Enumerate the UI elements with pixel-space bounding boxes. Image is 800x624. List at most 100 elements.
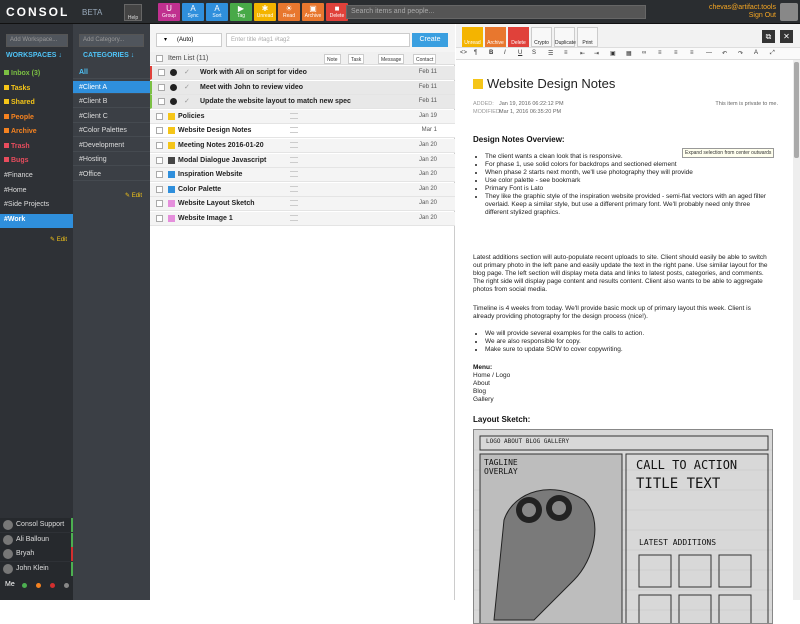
item-checkbox[interactable] bbox=[156, 185, 163, 193]
category-client-a[interactable]: #Client A bbox=[73, 80, 150, 94]
task-done-icon[interactable] bbox=[170, 98, 177, 106]
numbered-list-icon[interactable]: ≡ bbox=[564, 50, 568, 56]
code-view-icon[interactable]: <> bbox=[460, 50, 467, 56]
category-color-palettes[interactable]: #Color Palettes bbox=[73, 124, 150, 137]
editor-print-button[interactable]: Print bbox=[577, 27, 598, 47]
help-button[interactable]: Help bbox=[124, 4, 142, 21]
tag-home[interactable]: #Home bbox=[0, 185, 73, 197]
workspace-archive[interactable]: Archive bbox=[0, 125, 73, 139]
category-hosting[interactable]: #Hosting bbox=[73, 153, 150, 166]
category-all[interactable]: All bbox=[73, 66, 150, 79]
editor-delete-button[interactable]: Delete bbox=[508, 27, 529, 47]
tag-side-projects[interactable]: #Side Projects bbox=[0, 199, 73, 211]
new-contact-button[interactable]: Contact bbox=[413, 54, 437, 64]
drag-handle-icon[interactable] bbox=[290, 215, 298, 221]
item-checkbox[interactable] bbox=[156, 215, 163, 222]
item-checkbox[interactable] bbox=[158, 69, 165, 76]
workspace-trash[interactable]: Trash bbox=[0, 140, 73, 154]
editor-unread-button[interactable]: Unread bbox=[462, 27, 483, 47]
select-all-checkbox[interactable] bbox=[156, 55, 163, 62]
toolbar-archive-button[interactable]: ▣ Archive bbox=[302, 3, 324, 21]
workspace-shared[interactable]: Shared bbox=[0, 96, 73, 110]
workspace-people[interactable]: People bbox=[0, 111, 73, 125]
tag-finance[interactable]: #Finance bbox=[0, 170, 73, 182]
editor-duplicate-button[interactable]: Duplicate bbox=[554, 27, 576, 47]
item-checkbox[interactable] bbox=[156, 142, 163, 149]
add-category-input[interactable]: Add Category... bbox=[79, 34, 144, 47]
list-item[interactable]: ✓ Meet with John to review video Feb 11 bbox=[150, 80, 455, 95]
user-menu[interactable]: chevas@artifact.tools Sign Out bbox=[709, 4, 776, 20]
strikethrough-icon[interactable]: S bbox=[532, 50, 536, 56]
status-dot-grey[interactable] bbox=[64, 583, 69, 588]
bullet-list-icon[interactable]: ☰ bbox=[548, 50, 553, 57]
title-input[interactable]: Enter title #tag1 #tag2 bbox=[226, 33, 410, 47]
redo-icon[interactable]: ↷ bbox=[738, 50, 743, 57]
list-item[interactable]: Color Palette Jan 20 bbox=[150, 182, 455, 197]
toolbar-sync-button[interactable]: A Sync bbox=[182, 3, 204, 21]
item-checkbox[interactable] bbox=[156, 127, 163, 135]
link-icon[interactable]: ∞ bbox=[642, 50, 646, 56]
image-icon[interactable]: ▣ bbox=[610, 50, 616, 57]
toolbar-read-button[interactable]: ☀ Read bbox=[278, 3, 300, 21]
drag-handle-icon[interactable] bbox=[290, 171, 298, 178]
contact-john-klein[interactable]: John Klein bbox=[0, 561, 73, 576]
expand-icon[interactable]: ⤢ bbox=[770, 50, 775, 57]
new-note-button[interactable]: Note bbox=[324, 54, 341, 64]
list-item[interactable]: ✓ Update the website layout to match new … bbox=[150, 95, 455, 110]
edit-tags-button[interactable]: ✎ Edit bbox=[50, 236, 67, 243]
drag-handle-icon[interactable] bbox=[290, 142, 298, 148]
sign-out-link[interactable]: Sign Out bbox=[709, 12, 776, 20]
drag-handle-icon[interactable] bbox=[290, 200, 298, 207]
drag-handle-icon[interactable] bbox=[290, 156, 298, 163]
tag-work[interactable]: #Work bbox=[0, 213, 73, 228]
item-checkbox[interactable] bbox=[158, 98, 165, 106]
toolbar-group-button[interactable]: U Group bbox=[158, 3, 180, 21]
category-office[interactable]: #Office bbox=[73, 168, 150, 181]
underline-icon[interactable]: U bbox=[518, 50, 522, 56]
new-message-button[interactable]: Message bbox=[378, 54, 405, 64]
contact-ali-balloun[interactable]: Ali Balloun bbox=[0, 532, 73, 547]
toolbar-tag-button[interactable]: ▶ Tag bbox=[230, 3, 252, 21]
status-dot-red[interactable] bbox=[50, 583, 55, 588]
popout-icon[interactable]: ⧉ bbox=[762, 30, 775, 43]
align-left-icon[interactable]: ≡ bbox=[658, 50, 662, 56]
list-item[interactable]: Website Design Notes Mar 1 bbox=[150, 124, 455, 139]
list-item[interactable]: Policies Jan 19 bbox=[150, 109, 455, 124]
workspace-inbox[interactable]: Inbox (3) bbox=[0, 67, 73, 81]
item-checkbox[interactable] bbox=[156, 200, 163, 208]
undo-icon[interactable]: ↶ bbox=[722, 50, 727, 57]
edit-categories-button[interactable]: ✎ Edit bbox=[125, 192, 142, 199]
workspace-tasks[interactable]: Tasks bbox=[0, 82, 73, 96]
category-client-b[interactable]: #Client B bbox=[73, 95, 150, 108]
add-workspace-input[interactable]: Add Workspace... bbox=[6, 34, 68, 47]
list-item[interactable]: Meeting Notes 2016-01-20 Jan 20 bbox=[150, 139, 455, 153]
layout-sketch-image[interactable]: LOGO ABOUT BLOG GALLERY TAGLINE OVERLAY … bbox=[473, 429, 773, 624]
drag-handle-icon[interactable] bbox=[290, 112, 298, 119]
contact-bryah[interactable]: Bryah bbox=[0, 547, 73, 561]
font-color-icon[interactable]: A bbox=[754, 50, 758, 56]
outdent-icon[interactable]: ⇤ bbox=[580, 50, 585, 57]
list-item[interactable]: Modal Dialogue Javascript Jan 20 bbox=[150, 153, 455, 168]
toolbar-sort-button[interactable]: A Sort bbox=[206, 3, 228, 21]
align-center-icon[interactable]: ≡ bbox=[674, 50, 678, 56]
item-checkbox[interactable] bbox=[158, 83, 165, 91]
item-checkbox[interactable] bbox=[156, 156, 163, 164]
toolbar-unread-button[interactable]: ✱ Unread bbox=[254, 3, 276, 21]
create-button[interactable]: Create bbox=[412, 33, 448, 47]
editor-archive-button[interactable]: Archive bbox=[485, 27, 506, 47]
task-done-icon[interactable] bbox=[170, 83, 177, 91]
item-checkbox[interactable] bbox=[156, 112, 163, 120]
me-label[interactable]: Me bbox=[5, 581, 15, 588]
align-right-icon[interactable]: ≡ bbox=[690, 50, 694, 56]
bold-icon[interactable]: B bbox=[489, 50, 493, 56]
categories-header[interactable]: CATEGORIES ↓ bbox=[83, 52, 134, 59]
list-item[interactable]: Website Image 1 Jan 20 bbox=[150, 212, 455, 226]
task-done-icon[interactable] bbox=[170, 69, 177, 76]
list-item[interactable]: Website Layout Sketch Jan 20 bbox=[150, 197, 455, 212]
list-item[interactable]: Inspiration Website Jan 20 bbox=[150, 168, 455, 183]
toolbar-delete-button[interactable]: ■ Delete bbox=[326, 3, 348, 21]
new-task-button[interactable]: Task bbox=[348, 54, 365, 64]
status-dot-green[interactable] bbox=[22, 583, 27, 588]
drag-handle-icon[interactable] bbox=[290, 127, 298, 134]
contact-consol-support[interactable]: Consol Support bbox=[0, 518, 73, 532]
